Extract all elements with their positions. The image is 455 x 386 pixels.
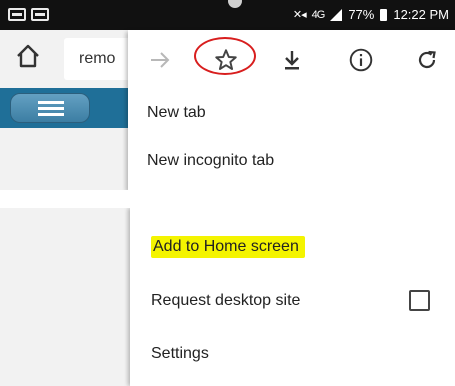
arrow-right-icon	[151, 52, 170, 68]
page-menu-button[interactable]	[10, 93, 90, 123]
menu-item-label: Request desktop site	[151, 292, 301, 309]
top-screenshot-panel: ✕◂ 4G 77% 12:22 PM remo New tab New inco…	[0, 0, 455, 190]
message-icon	[31, 8, 49, 21]
menu-item-label: New incognito tab	[147, 152, 275, 169]
mute-icon: ✕◂	[292, 9, 307, 21]
url-text: remo	[79, 50, 116, 67]
desktop-site-checkbox[interactable]	[409, 290, 430, 311]
battery-icon	[380, 8, 388, 21]
menu-item-settings[interactable]: Settings	[130, 330, 455, 380]
battery-percent: 77%	[348, 7, 375, 22]
menu-item-new-tab[interactable]: New tab	[128, 90, 455, 138]
menu-item-request-desktop-site[interactable]: Request desktop site	[130, 277, 455, 327]
menu-item-label: Settings	[151, 345, 209, 362]
red-annotation-circle	[194, 37, 256, 75]
menu-icon-row	[128, 30, 455, 90]
page-info-button[interactable]	[343, 42, 379, 78]
signal-icon	[330, 8, 343, 21]
refresh-icon	[418, 50, 436, 69]
download-icon	[285, 51, 299, 70]
network-type-label: 4G	[311, 8, 326, 21]
browser-menu-top: New tab New incognito tab	[128, 30, 455, 190]
notification-icon	[8, 8, 26, 21]
clock: 12:22 PM	[393, 7, 449, 22]
forward-button[interactable]	[142, 42, 178, 78]
download-button[interactable]	[274, 42, 310, 78]
bottom-screenshot-panel: Add to Home screen Request desktop site …	[0, 208, 455, 386]
menu-item-label: New tab	[147, 104, 206, 121]
hamburger-icon	[38, 101, 64, 104]
status-indicators: ✕◂ 4G 77% 12:22 PM	[293, 7, 449, 22]
status-bar: ✕◂ 4G 77% 12:22 PM	[0, 0, 455, 30]
browser-menu-bottom: Add to Home screen Request desktop site …	[130, 208, 455, 386]
notification-icons	[8, 8, 49, 21]
home-icon[interactable]	[14, 42, 42, 70]
menu-item-add-to-home-screen[interactable]: Add to Home screen	[130, 223, 455, 273]
menu-item-new-incognito-tab[interactable]: New incognito tab	[128, 138, 455, 186]
camera-notch	[228, 0, 242, 8]
info-icon	[349, 48, 373, 72]
refresh-button[interactable]	[409, 42, 445, 78]
browser-toolbar: remo	[0, 30, 144, 88]
menu-item-label: Add to Home screen	[151, 236, 305, 258]
page-header	[0, 88, 130, 128]
